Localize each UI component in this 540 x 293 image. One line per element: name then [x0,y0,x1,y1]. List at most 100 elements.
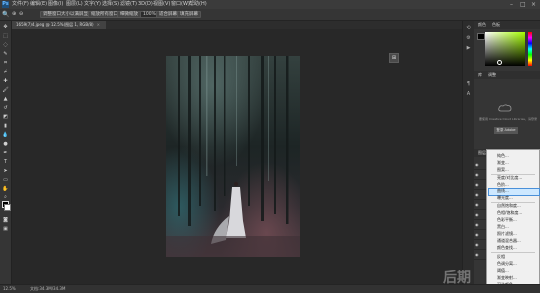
menu-type[interactable]: 文字(Y) [84,1,101,8]
visibility-eye-icon[interactable]: ◉ [475,233,479,237]
rectangle-tool-icon[interactable]: ▭ [2,177,9,183]
menu-window[interactable]: 窗口(W) [171,1,190,8]
layer-row[interactable]: ◉ [474,161,486,170]
menu-image[interactable]: 图像(I) [48,1,63,8]
visibility-eye-icon[interactable]: ◉ [475,203,479,207]
visibility-eye-icon[interactable]: ◉ [475,253,479,257]
history-brush-tool-icon[interactable]: ↺ [2,105,9,111]
type-tool-icon[interactable]: T [2,159,9,165]
maximize-button[interactable]: □ [520,1,526,8]
menu-item-color-balance[interactable]: 色彩平衡... [497,217,537,223]
character-panel-icon[interactable]: A [465,91,472,97]
cc-signin-button[interactable]: 登录 Adobe [494,127,518,134]
menu-item-color-lookup[interactable]: 颜色查找... [497,245,537,251]
tab-close-icon[interactable]: × [97,22,100,27]
blur-tool-icon[interactable]: 💧 [2,132,9,138]
menu-filter[interactable]: 滤镜(T) [120,1,137,8]
visibility-eye-icon[interactable]: ◉ [475,193,479,197]
menu-item-vibrance[interactable]: 自然饱和度... [497,203,537,209]
visibility-eye-icon[interactable]: ◉ [475,163,479,167]
close-window-button[interactable]: × [531,1,536,8]
layer-row[interactable]: ◉ [474,201,486,210]
menu-item-pattern[interactable]: 图案... [497,167,537,173]
zoom-out-icon[interactable]: ⊖ [19,11,23,18]
layer-row[interactable]: ◉ [474,241,486,250]
quick-mask-icon[interactable]: ◙ [2,217,9,223]
layer-row[interactable]: ◉ [474,251,486,260]
menu-layer[interactable]: 图层(L) [66,1,83,8]
properties-panel-icon[interactable]: ⚙ [465,35,472,41]
photo-ground [166,236,300,257]
visibility-eye-icon[interactable]: ◉ [475,173,479,177]
paragraph-panel-icon[interactable]: ¶ [465,81,472,87]
tab-swatches[interactable]: 色板 [492,21,500,29]
menu-item-exposure[interactable]: 曝光度... [497,195,537,201]
color-preview-swatch[interactable] [477,33,485,40]
layer-row[interactable]: ◉ [474,171,486,180]
history-panel-icon[interactable]: ⟲ [465,25,472,31]
menu-3d[interactable]: 3D(D) [138,1,153,8]
crop-tool-icon[interactable]: ⌗ [2,60,9,66]
menu-item-threshold[interactable]: 阈值... [497,268,537,274]
marquee-tool-icon[interactable]: ⬚ [2,33,9,39]
eyedropper-tool-icon[interactable]: ⌿ [2,69,9,75]
menu-select[interactable]: 选择(S) [102,1,119,8]
canvas-toggle-icon[interactable]: ⊞ [389,53,399,63]
quick-select-tool-icon[interactable]: ✎ [2,51,9,57]
menu-view[interactable]: 视图(V) [153,1,170,8]
lasso-tool-icon[interactable]: ◌ [2,42,9,48]
healing-brush-tool-icon[interactable]: ✚ [2,78,9,84]
layer-row[interactable]: ◉ [474,181,486,190]
document-tab[interactable]: 1659(7)4.jpeg @ 12.5%(图层 1, RGB/8) × [12,21,106,29]
menu-item-gradient[interactable]: 渐变... [497,160,537,166]
menu-file[interactable]: 文件(F) [12,1,29,8]
menu-item-curves[interactable]: 曲线... [497,188,537,194]
menu-item-channel-mixer[interactable]: 通道混合器... [497,238,537,244]
visibility-eye-icon[interactable]: ◉ [475,223,479,227]
move-tool-icon[interactable]: ✥ [2,24,9,30]
zoom-in-icon[interactable]: ⊕ [12,11,16,18]
visibility-eye-icon[interactable]: ◉ [475,213,479,217]
menu-edit[interactable]: 编辑(E) [30,1,47,8]
hue-slider[interactable] [528,32,532,66]
background-color-swatch[interactable] [4,204,11,211]
minimize-button[interactable]: – [510,1,513,8]
layer-row[interactable]: ◉ [474,191,486,200]
menu-item-posterize[interactable]: 色调分离... [497,261,537,267]
color-picker-field[interactable] [485,32,525,66]
eraser-tool-icon[interactable]: ◩ [2,114,9,120]
gradient-tool-icon[interactable]: ▮ [2,123,9,129]
zoom-tool-icon-small[interactable]: ⌕ [2,194,9,200]
menu-item-black-white[interactable]: 黑白... [497,224,537,230]
dodge-tool-icon[interactable]: ● [2,141,9,147]
clone-stamp-tool-icon[interactable]: ▲ [2,96,9,102]
tab-adjustments[interactable]: 调整 [488,71,496,79]
layer-row[interactable]: ◉ [474,231,486,240]
menu-item-solid-color[interactable]: 纯色... [497,153,537,159]
app-logo: Ps [2,1,9,8]
document-photo[interactable] [166,56,300,257]
path-select-tool-icon[interactable]: ➤ [2,168,9,174]
layer-row[interactable]: ◉ [474,211,486,220]
visibility-eye-icon[interactable]: ◉ [475,183,479,187]
hand-tool-icon[interactable]: ✋ [2,186,9,192]
actions-panel-icon[interactable]: ▶ [465,45,472,51]
menu-item-gradient-map[interactable]: 渐变映射... [497,275,537,281]
tab-libraries[interactable]: 库 [478,71,482,79]
layer-row[interactable]: ◉ [474,221,486,230]
menu-help[interactable]: 帮助(H) [189,1,207,8]
tab-color[interactable]: 颜色 [478,21,486,29]
fill-screen-button[interactable]: 填充屏幕 [177,11,201,18]
screen-mode-icon[interactable]: ▣ [2,226,9,232]
menu-item-hue-saturation[interactable]: 色相/饱和度... [497,210,537,216]
menu-item-photo-filter[interactable]: 照片滤镜... [497,231,537,237]
brush-tool-icon[interactable]: 🖌 [2,87,9,93]
visibility-eye-icon[interactable]: ◉ [475,243,479,247]
zoom-tool-icon[interactable]: 🔍 [2,11,9,18]
scrubby-zoom-checkbox[interactable]: 细微缩放 [117,11,141,18]
tab-layers[interactable]: 图层 [478,149,486,157]
menu-item-invert[interactable]: 反相 [497,254,537,260]
menu-item-brightness-contrast[interactable]: 亮度/对比度... [497,175,537,181]
color-picker-cursor[interactable] [497,60,502,65]
pen-tool-icon[interactable]: ✒ [2,150,9,156]
